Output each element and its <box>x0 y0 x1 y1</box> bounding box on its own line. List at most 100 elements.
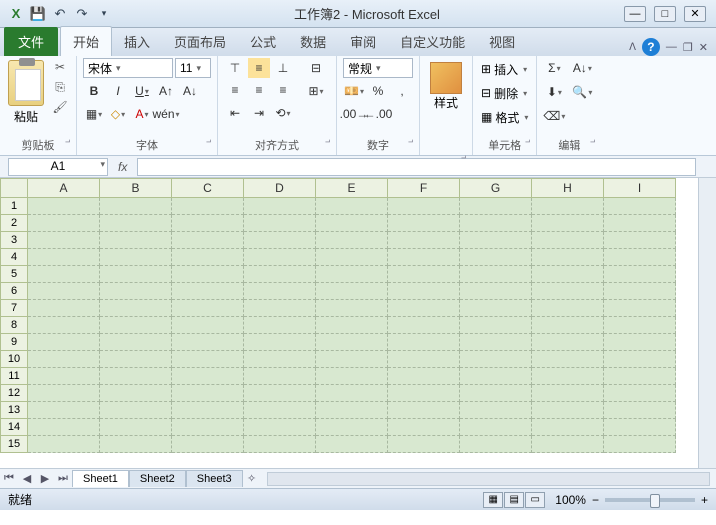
cell[interactable] <box>316 368 388 385</box>
zoom-level[interactable]: 100% <box>555 493 586 507</box>
cell[interactable] <box>100 351 172 368</box>
cell[interactable] <box>388 249 460 266</box>
cell[interactable] <box>28 402 100 419</box>
cell[interactable] <box>316 232 388 249</box>
cell[interactable] <box>460 351 532 368</box>
cell[interactable] <box>388 300 460 317</box>
tab-review[interactable]: 审阅 <box>338 27 388 56</box>
accounting-format-icon[interactable]: 💴 <box>343 81 365 101</box>
cell[interactable] <box>604 419 676 436</box>
comma-icon[interactable]: , <box>391 81 413 101</box>
cell[interactable] <box>28 385 100 402</box>
cell[interactable] <box>244 419 316 436</box>
column-header[interactable]: E <box>316 178 388 198</box>
select-all-corner[interactable] <box>0 178 28 198</box>
italic-button[interactable]: I <box>107 81 129 101</box>
cell[interactable] <box>316 300 388 317</box>
cell[interactable] <box>532 266 604 283</box>
cell[interactable] <box>604 436 676 453</box>
cell[interactable] <box>388 283 460 300</box>
bold-button[interactable]: B <box>83 81 105 101</box>
cell[interactable] <box>316 198 388 215</box>
cell[interactable] <box>244 266 316 283</box>
cell[interactable] <box>100 385 172 402</box>
column-header[interactable]: I <box>604 178 676 198</box>
cell[interactable] <box>604 266 676 283</box>
save-icon[interactable]: 💾 <box>28 4 48 24</box>
cell[interactable] <box>244 249 316 266</box>
align-bottom-icon[interactable]: ⊥ <box>272 58 294 78</box>
row-header[interactable]: 5 <box>0 266 28 283</box>
sort-filter-icon[interactable]: A↓ <box>569 58 595 78</box>
row-header[interactable]: 14 <box>0 419 28 436</box>
cell[interactable] <box>172 232 244 249</box>
row-header[interactable]: 15 <box>0 436 28 453</box>
new-sheet-icon[interactable]: ✧ <box>243 472 261 485</box>
cell[interactable] <box>532 198 604 215</box>
sheet-tab-2[interactable]: Sheet2 <box>129 470 186 487</box>
clear-icon[interactable]: ⌫ <box>543 106 565 126</box>
cell[interactable] <box>532 249 604 266</box>
font-size-combo[interactable]: 11 <box>175 58 211 78</box>
decrease-decimal-icon[interactable]: ←.00 <box>367 104 389 124</box>
find-select-icon[interactable]: 🔍 <box>569 82 595 102</box>
close-button[interactable]: ✕ <box>684 6 706 22</box>
cell[interactable] <box>28 300 100 317</box>
sheet-tab-1[interactable]: Sheet1 <box>72 470 129 487</box>
cell[interactable] <box>100 249 172 266</box>
row-header[interactable]: 7 <box>0 300 28 317</box>
cell[interactable] <box>604 232 676 249</box>
cell[interactable] <box>172 215 244 232</box>
cell[interactable] <box>532 368 604 385</box>
cell[interactable] <box>316 266 388 283</box>
cell[interactable] <box>388 419 460 436</box>
doc-close-icon[interactable]: ✕ <box>699 41 708 54</box>
cell[interactable] <box>100 317 172 334</box>
vertical-scrollbar[interactable] <box>698 198 716 468</box>
cell[interactable] <box>460 334 532 351</box>
cell[interactable] <box>388 436 460 453</box>
decrease-indent-icon[interactable]: ⇤ <box>224 103 246 123</box>
row-header[interactable]: 12 <box>0 385 28 402</box>
cell[interactable] <box>316 419 388 436</box>
row-header[interactable]: 13 <box>0 402 28 419</box>
cell[interactable] <box>244 198 316 215</box>
cell[interactable] <box>100 300 172 317</box>
paste-icon[interactable] <box>8 60 44 106</box>
cell[interactable] <box>316 334 388 351</box>
normal-view-icon[interactable]: ▦ <box>483 492 503 508</box>
cell[interactable] <box>28 334 100 351</box>
first-sheet-icon[interactable]: ⏮ <box>0 472 18 485</box>
minimize-button[interactable]: — <box>624 6 646 22</box>
cell[interactable] <box>172 436 244 453</box>
row-header[interactable]: 8 <box>0 317 28 334</box>
cell[interactable] <box>388 334 460 351</box>
column-header[interactable]: B <box>100 178 172 198</box>
cell[interactable] <box>172 334 244 351</box>
cell[interactable] <box>28 198 100 215</box>
redo-icon[interactable]: ↷ <box>72 4 92 24</box>
cell[interactable] <box>172 419 244 436</box>
cell[interactable] <box>460 436 532 453</box>
cell[interactable] <box>316 249 388 266</box>
maximize-button[interactable]: □ <box>654 6 676 22</box>
cell[interactable] <box>244 351 316 368</box>
cell[interactable] <box>172 351 244 368</box>
phonetic-button[interactable]: wén <box>155 104 177 124</box>
shrink-font-icon[interactable]: A↓ <box>179 81 201 101</box>
cell[interactable] <box>100 334 172 351</box>
cell[interactable] <box>100 266 172 283</box>
file-tab[interactable]: 文件 <box>4 27 58 56</box>
column-header[interactable]: C <box>172 178 244 198</box>
qat-dropdown-icon[interactable]: ▾ <box>94 4 114 24</box>
cell[interactable] <box>316 351 388 368</box>
delete-cells-button[interactable]: ⊟删除 <box>479 82 530 104</box>
cell[interactable] <box>28 368 100 385</box>
help-icon[interactable]: ? <box>642 38 660 56</box>
cell[interactable] <box>244 334 316 351</box>
cell[interactable] <box>604 283 676 300</box>
cell[interactable] <box>388 385 460 402</box>
row-header[interactable]: 10 <box>0 351 28 368</box>
doc-restore-icon[interactable]: ❐ <box>683 41 693 54</box>
increase-decimal-icon[interactable]: .00→ <box>343 104 365 124</box>
